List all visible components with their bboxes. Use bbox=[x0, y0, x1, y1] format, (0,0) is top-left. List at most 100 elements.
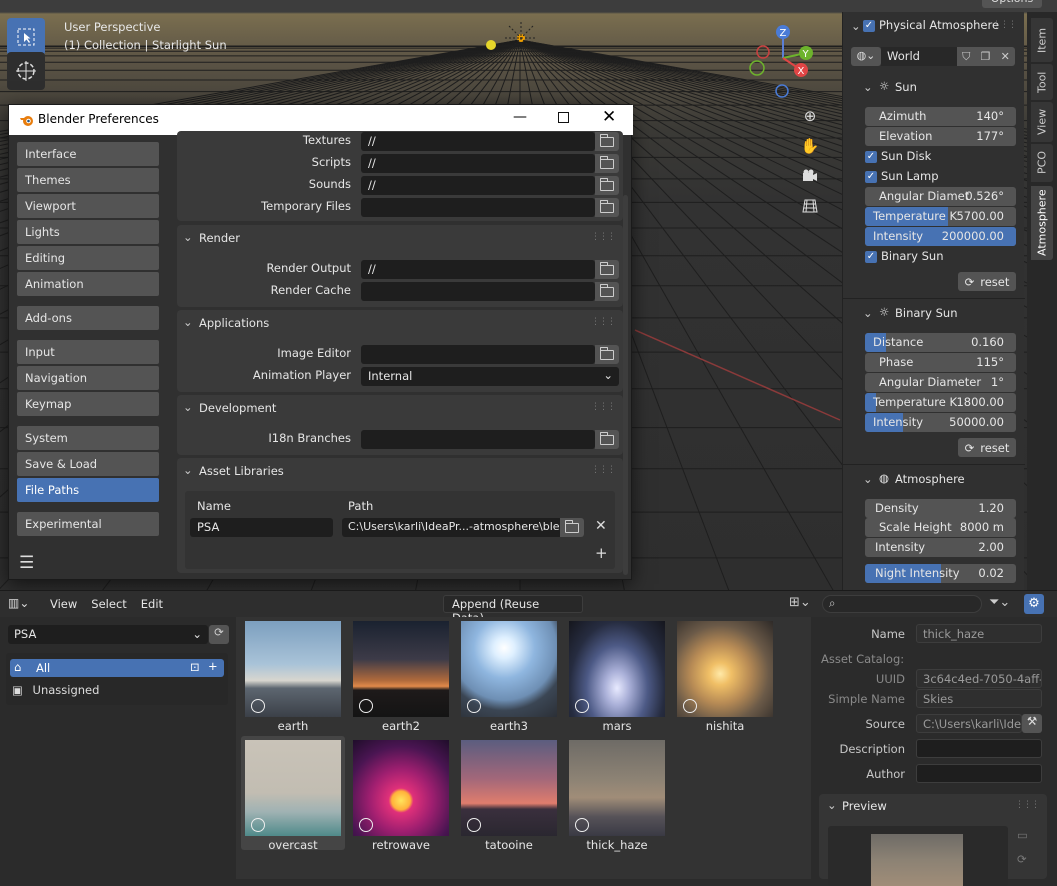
atmosphere-intensity-field[interactable]: Intensity 2.00 bbox=[865, 538, 1016, 557]
sun-chevron-icon[interactable]: ⌄ bbox=[863, 80, 873, 94]
nav-item-themes[interactable]: Themes bbox=[17, 168, 159, 192]
simple-name-field[interactable]: Skies bbox=[916, 689, 1042, 708]
sun-section-header[interactable]: Sun bbox=[895, 80, 917, 94]
minimize-button[interactable]: — bbox=[513, 109, 527, 125]
add-icon[interactable]: + bbox=[208, 659, 218, 673]
render-cache-field[interactable] bbox=[361, 282, 595, 301]
menu-edit[interactable]: Edit bbox=[141, 597, 163, 611]
distance-slider[interactable]: Distance 0.160 bbox=[865, 333, 1016, 352]
binary-sun-checkbox[interactable]: ✓ bbox=[865, 251, 877, 263]
import-method-dropdown[interactable]: Append (Reuse Data)⌄ bbox=[443, 595, 583, 625]
folder-icon[interactable] bbox=[595, 176, 619, 195]
close-window-button[interactable]: ✕ bbox=[602, 107, 616, 127]
drag-handle-icon[interactable]: ⋮⋮⋮ bbox=[591, 402, 616, 412]
preview-header[interactable]: Preview bbox=[842, 799, 887, 813]
folder-icon[interactable] bbox=[595, 282, 619, 301]
nav-item-experimental[interactable]: Experimental bbox=[17, 512, 159, 536]
atmosphere-chevron-icon[interactable]: ⌄ bbox=[863, 472, 873, 486]
nav-item-navigation[interactable]: Navigation bbox=[17, 366, 159, 390]
folder-icon[interactable] bbox=[595, 198, 619, 217]
binary-sun-chevron-icon[interactable]: ⌄ bbox=[863, 306, 873, 320]
tab-item[interactable]: Item bbox=[1031, 18, 1053, 62]
phase-field[interactable]: Phase 115° bbox=[865, 353, 1016, 372]
filter-icon[interactable]: ⏷⌄ bbox=[989, 595, 1010, 610]
asset-item-earth2[interactable]: earth2 bbox=[349, 617, 453, 733]
world-icon-dropdown[interactable]: ◍⌄ bbox=[851, 47, 881, 66]
menu-view[interactable]: View bbox=[50, 597, 77, 611]
zoom-icon[interactable]: ⊕ bbox=[797, 103, 823, 129]
folder-icon[interactable] bbox=[595, 132, 619, 151]
nav-item-lights[interactable]: Lights bbox=[17, 220, 159, 244]
nav-item-animation[interactable]: Animation bbox=[17, 272, 159, 296]
new-catalog-icon[interactable]: ⊡ bbox=[190, 660, 200, 674]
render-output-field[interactable]: // bbox=[361, 260, 595, 279]
applications-chevron-icon[interactable]: ⌄ bbox=[183, 315, 193, 329]
asset-item-retrowave[interactable]: retrowave bbox=[349, 736, 453, 852]
asset-item-thick_haze[interactable]: thick_haze bbox=[565, 736, 669, 852]
add-library-icon[interactable]: + bbox=[595, 544, 608, 562]
elevation-field[interactable]: Elevation 177° bbox=[865, 127, 1016, 146]
light-object[interactable] bbox=[486, 40, 496, 50]
refresh-icon[interactable]: ⟳ bbox=[1017, 852, 1027, 866]
cursor-tool-button[interactable] bbox=[7, 52, 45, 90]
folder-icon[interactable]: ▭ bbox=[1017, 828, 1028, 842]
binary-sun-reset-button[interactable]: ⟳ reset bbox=[958, 438, 1016, 457]
nav-item-viewport[interactable]: Viewport bbox=[17, 194, 159, 218]
render-chevron-icon[interactable]: ⌄ bbox=[183, 230, 193, 244]
sun-disk-checkbox[interactable]: ✓ bbox=[865, 151, 877, 163]
catalog-item-all[interactable]: ⌂ All ⊡ + bbox=[10, 659, 224, 677]
asset-item-mars[interactable]: mars bbox=[565, 617, 669, 733]
animation-player-dropdown[interactable]: Internal ⌄ bbox=[361, 367, 619, 386]
shield-icon[interactable]: ⛉ bbox=[962, 50, 970, 64]
drag-handle-icon[interactable]: ⋮⋮⋮ bbox=[591, 465, 616, 475]
scrollbar[interactable] bbox=[623, 195, 628, 575]
description-field[interactable] bbox=[916, 739, 1042, 758]
sun-lamp-checkbox[interactable]: ✓ bbox=[865, 171, 877, 183]
angular-diameter-field[interactable]: Angular Diamet 0.526° bbox=[865, 187, 1016, 206]
image-editor-field[interactable] bbox=[361, 345, 595, 364]
world-name-field[interactable]: World bbox=[881, 47, 957, 66]
sun-reset-button[interactable]: ⟳ reset bbox=[958, 272, 1016, 291]
drag-handle-icon[interactable]: ⋮⋮⋮ bbox=[1015, 800, 1040, 810]
search-input[interactable]: ⌕ bbox=[822, 595, 982, 613]
folder-icon[interactable] bbox=[595, 345, 619, 364]
drag-handle-icon[interactable]: ⋮⋮⋮ bbox=[591, 317, 616, 327]
asset-item-nishita[interactable]: nishita bbox=[673, 617, 777, 733]
intensity-slider[interactable]: Intensity 200000.00 bbox=[865, 227, 1016, 246]
catalog-item-unassigned[interactable]: ▣ Unassigned bbox=[12, 683, 99, 697]
name-field[interactable]: thick_haze bbox=[916, 624, 1042, 643]
drag-handle-icon[interactable]: ⋮⋮⋮ bbox=[992, 20, 1017, 30]
applications-header[interactable]: Applications bbox=[199, 316, 269, 330]
hand-pan-icon[interactable]: ✋ bbox=[797, 133, 823, 159]
select-tool-button[interactable] bbox=[7, 18, 45, 56]
tab-pco[interactable]: PCO bbox=[1031, 144, 1053, 182]
data-path-field[interactable]: // bbox=[361, 132, 595, 151]
refresh-library-icon[interactable]: ⟳ bbox=[209, 625, 229, 644]
grid-ortho-icon[interactable] bbox=[797, 193, 823, 219]
physical-atmosphere-checkbox[interactable]: ✓ bbox=[863, 20, 875, 32]
atmosphere-section-header[interactable]: Atmosphere bbox=[895, 472, 965, 486]
data-path-field[interactable]: // bbox=[361, 154, 595, 173]
folder-icon[interactable] bbox=[595, 260, 619, 279]
development-chevron-icon[interactable]: ⌄ bbox=[183, 400, 193, 414]
folder-icon[interactable] bbox=[595, 154, 619, 173]
uuid-field[interactable]: 3c64c4ed-7050-4aff-... bbox=[916, 669, 1042, 688]
i18n-branches-field[interactable] bbox=[361, 430, 595, 449]
drag-handle-icon[interactable]: ⋮⋮⋮ bbox=[591, 232, 616, 242]
asset-item-earth[interactable]: earth bbox=[241, 617, 345, 733]
editor-type-icon[interactable]: ▥⌄ bbox=[8, 596, 29, 610]
world-actions[interactable]: ⛉ ❐ ✕ bbox=[957, 47, 1015, 66]
night-intensity-slider[interactable]: Night Intensity 0.02 bbox=[865, 564, 1016, 583]
options-dropdown[interactable]: Options bbox=[982, 0, 1042, 8]
nav-item-editing[interactable]: Editing bbox=[17, 246, 159, 270]
preview-chevron-icon[interactable]: ⌄ bbox=[827, 798, 837, 812]
density-field[interactable]: Density 1.20 bbox=[865, 499, 1016, 518]
navigation-gizmo[interactable]: Z Y X bbox=[744, 22, 822, 100]
close-icon[interactable]: ✕ bbox=[1001, 50, 1010, 63]
data-path-field[interactable]: // bbox=[361, 176, 595, 195]
author-field[interactable] bbox=[916, 764, 1042, 783]
folder-icon[interactable] bbox=[560, 518, 584, 537]
folder-icon[interactable] bbox=[595, 430, 619, 449]
tab-tool[interactable]: Tool bbox=[1031, 64, 1053, 100]
nav-item-input[interactable]: Input bbox=[17, 340, 159, 364]
